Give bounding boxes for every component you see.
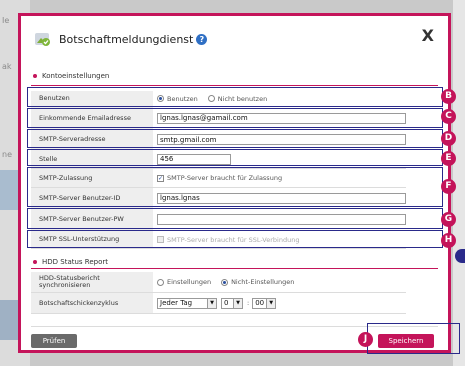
section-divider (31, 268, 438, 269)
bullet-icon (33, 74, 37, 78)
section-divider (31, 85, 438, 86)
cycle-hour-select[interactable]: 0 ▼ (221, 297, 243, 309)
background-text: ne (2, 150, 12, 159)
dialog-header: Botschaftmeldungdienst ? (33, 26, 208, 52)
chevron-down-icon: ▼ (207, 298, 216, 308)
help-icon[interactable]: ? (196, 33, 208, 45)
callout-badge-g: G (441, 212, 456, 227)
background-text: Ie (2, 16, 10, 25)
chevron-down-icon: ▼ (233, 298, 242, 308)
hdd-sync-row: HDD-Statusbericht synchronisieren Einste… (31, 272, 406, 293)
callout-frame-g (27, 208, 443, 229)
account-section-heading: Kontoeinstellungen (33, 72, 109, 80)
bullet-icon (33, 260, 37, 264)
background-text: ak (2, 62, 12, 71)
no-settings-radio-label: Nicht-Einstellungen (231, 278, 295, 286)
cycle-minute-select[interactable]: 00 ▼ (252, 297, 277, 309)
mail-service-icon (33, 29, 53, 49)
callout-badge-f: F (441, 179, 456, 194)
no-settings-radio[interactable] (221, 278, 229, 286)
callout-frame-c (27, 108, 443, 128)
chevron-down-icon: ▼ (266, 298, 276, 308)
callout-frame-d (27, 129, 443, 148)
callout-frame-j (367, 323, 460, 354)
check-button[interactable]: Prüfen (31, 334, 77, 348)
close-icon[interactable]: X (422, 26, 434, 45)
callout-marker (455, 249, 465, 263)
callout-badge-e: E (441, 151, 456, 166)
callout-frame-h (27, 230, 443, 248)
cycle-day-select[interactable]: Jeder Tag ▼ (157, 297, 217, 309)
callout-frame-e (27, 149, 443, 166)
callout-badge-j: J (358, 332, 373, 347)
hdd-sync-label: HDD-Statusbericht synchronisieren (31, 272, 153, 292)
hdd-section-heading: HDD Status Report (33, 258, 108, 266)
callout-badge-b: B (441, 89, 456, 104)
dialog-title: Botschaftmeldungdienst (59, 32, 194, 46)
callout-frame-b (27, 87, 443, 107)
callout-badge-d: D (441, 131, 456, 146)
settings-radio-label: Einstellungen (167, 278, 212, 286)
send-cycle-label: Botschaftschickenzyklus (31, 293, 153, 313)
callout-frame-f (27, 167, 443, 207)
callout-badge-c: C (441, 109, 456, 124)
send-cycle-row: Botschaftschickenzyklus Jeder Tag ▼ 0 ▼ … (31, 293, 406, 314)
settings-radio[interactable] (157, 278, 164, 286)
callout-badge-h: H (441, 233, 456, 248)
